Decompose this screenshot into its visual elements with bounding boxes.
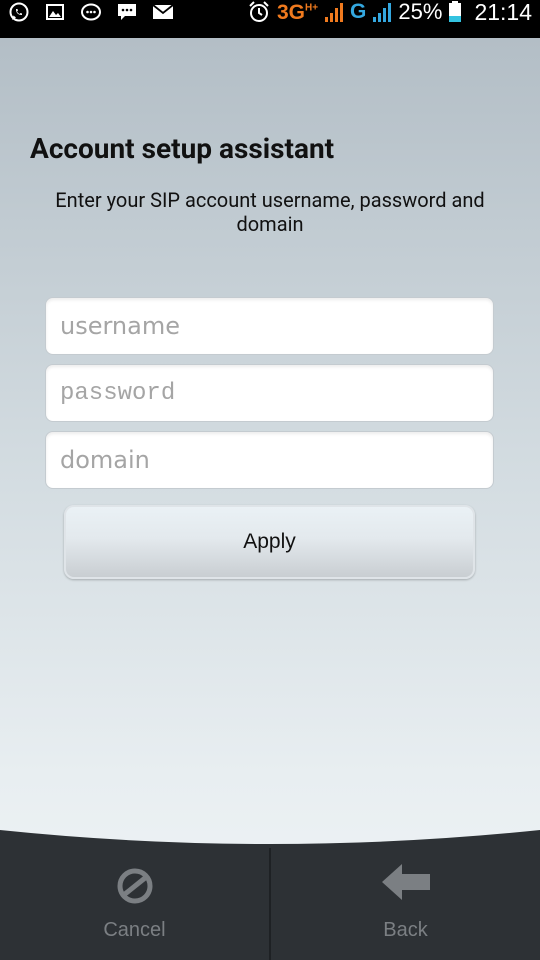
battery-icon (449, 1, 462, 22)
network-h-label: H+ (304, 2, 319, 14)
system-status: 3GH+ G 25% 21:14 (247, 0, 532, 25)
battery-percent: 25% (398, 0, 443, 24)
bottom-bar: Cancel Back (0, 830, 540, 960)
domain-input[interactable] (45, 431, 494, 489)
whatsapp-icon (9, 2, 29, 22)
alarm-icon (249, 1, 269, 22)
password-input[interactable] (45, 364, 494, 422)
cancel-icon (117, 868, 152, 904)
clock: 21:14 (474, 0, 532, 25)
back-arrow-icon (381, 864, 430, 900)
signal-icon (373, 3, 392, 22)
cancel-label: Cancel (103, 919, 166, 941)
network-3g-label: 3G (276, 1, 305, 24)
status-bar: 3GH+ G 25% 21:14 (0, 0, 540, 38)
message-icon (118, 4, 136, 20)
page-title: Account setup assistant (30, 132, 335, 165)
gallery-icon (46, 4, 64, 20)
username-input[interactable] (45, 297, 494, 355)
signal-icon (325, 3, 344, 22)
page-subtitle: Enter your SIP account username, passwor… (55, 188, 485, 236)
back-button[interactable]: Back (271, 830, 540, 960)
chat-icon (81, 3, 101, 21)
cancel-button[interactable]: Cancel (0, 830, 269, 960)
notification-icons (8, 0, 174, 24)
apply-button[interactable]: Apply (64, 505, 475, 579)
mail-icon (152, 4, 174, 19)
back-label: Back (383, 919, 428, 941)
setup-panel: Account setup assistant Enter your SIP a… (0, 38, 540, 960)
network-g-label: G (350, 0, 367, 23)
